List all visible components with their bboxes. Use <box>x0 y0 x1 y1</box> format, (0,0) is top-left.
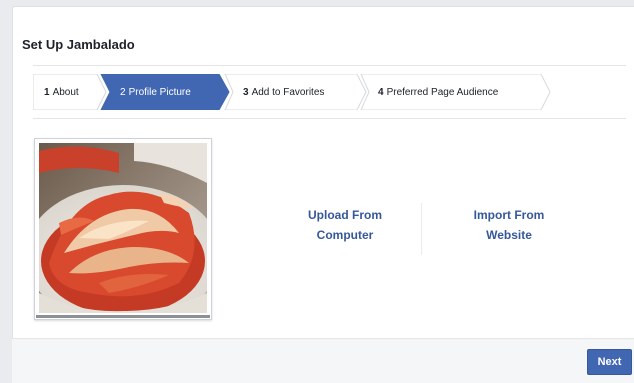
import-line-2: Website <box>486 228 532 242</box>
next-button[interactable]: Next <box>587 349 632 375</box>
step-number: 4 <box>378 86 384 98</box>
dialog-footer <box>12 338 634 383</box>
upload-line-2: Computer <box>316 228 374 242</box>
options-divider <box>421 203 422 255</box>
step-label: Profile Picture <box>128 86 191 98</box>
step-label: Add to Favorites <box>251 86 325 98</box>
upload-from-computer-link[interactable]: Upload From Computer <box>286 205 404 245</box>
preview-bottom-bar <box>36 315 210 318</box>
step-number: 1 <box>44 86 50 98</box>
step-progress-bar: 1 About 2 Profile Picture 3 Add to Favor… <box>33 74 553 110</box>
step-add-to-favorites[interactable]: 3 Add to Favorites <box>243 74 324 110</box>
upload-line-1: Upload From <box>308 208 382 222</box>
step-profile-picture[interactable]: 2 Profile Picture <box>120 74 191 110</box>
import-from-website-link[interactable]: Import From Website <box>434 205 584 245</box>
import-line-1: Import From <box>473 208 545 222</box>
step-label: About <box>52 86 79 98</box>
step-number: 3 <box>243 86 249 98</box>
profile-picture-preview <box>34 138 212 320</box>
dialog-title: Set Up Jambalado <box>22 37 135 52</box>
steps-divider <box>33 118 626 119</box>
step-about[interactable]: 1 About <box>44 74 79 110</box>
step-label: Preferred Page Audience <box>386 86 499 98</box>
title-divider <box>33 65 626 66</box>
food-photo <box>39 143 207 313</box>
step-preferred-page-audience[interactable]: 4 Preferred Page Audience <box>378 74 498 110</box>
kimchi-image <box>39 143 207 313</box>
step-number: 2 <box>120 86 126 98</box>
